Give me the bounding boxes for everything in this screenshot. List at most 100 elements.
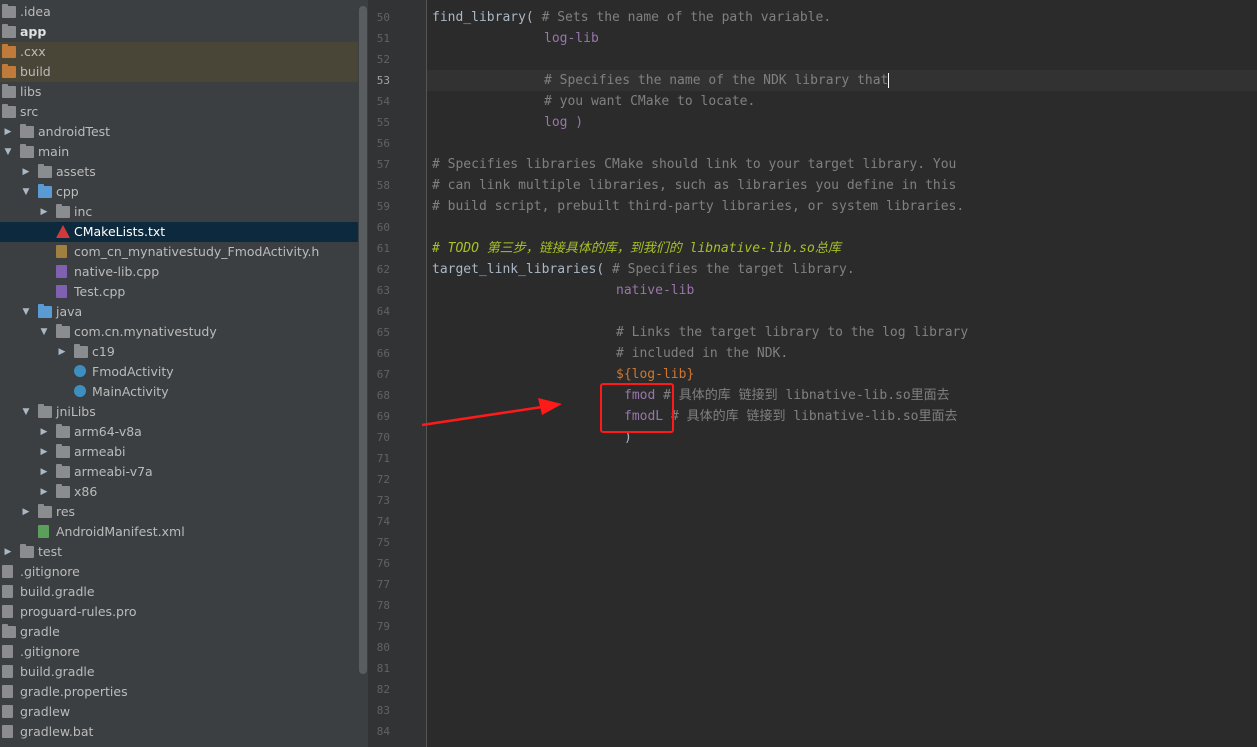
chevron-right-icon[interactable]: ▶ <box>20 502 32 522</box>
tree-item[interactable]: gradlew <box>0 702 358 722</box>
tree-item[interactable]: proguard-rules.pro <box>0 602 358 622</box>
tree-item[interactable]: ▶ inc <box>0 202 358 222</box>
tree-item[interactable]: ▶ c19 <box>0 342 358 362</box>
find-library-call: find_library( <box>432 10 534 25</box>
chevron-down-icon[interactable]: ▼ <box>20 402 32 422</box>
project-tree-panel[interactable]: .idea app .cxx build libs src ▶ androidTest ▼ mai… <box>0 0 368 747</box>
tree-item[interactable]: ▼ main <box>0 142 358 162</box>
source-folder-icon <box>38 184 52 198</box>
chevron-right-icon[interactable]: ▶ <box>38 202 50 222</box>
code-comment: # Specifies the name of the NDK library … <box>544 73 889 88</box>
chevron-right-icon[interactable]: ▶ <box>38 482 50 502</box>
tree-item[interactable]: Test.cpp <box>0 282 358 302</box>
tree-item[interactable]: build.gradle <box>0 582 358 602</box>
chevron-down-icon[interactable]: ▼ <box>38 322 50 342</box>
code-line-57[interactable]: # Specifies libraries CMake should link … <box>432 154 956 175</box>
code-line-62[interactable]: target_link_libraries( # Specifies the t… <box>432 259 855 280</box>
tree-item[interactable]: ▶ res <box>0 502 358 522</box>
code-line-54[interactable]: # you want CMake to locate. <box>432 91 755 112</box>
tree-item[interactable]: ▶ armeabi-v7a <box>0 462 358 482</box>
folder-icon <box>38 404 52 418</box>
cpp-file-icon <box>56 265 67 278</box>
tree-item[interactable]: libs <box>0 82 358 102</box>
text-file-icon <box>2 725 13 738</box>
chevron-right-icon[interactable]: ▶ <box>38 462 50 482</box>
project-tree-scrollbar[interactable] <box>359 6 367 674</box>
chevron-down-icon[interactable]: ▼ <box>20 302 32 322</box>
tree-item-label: com.cn.mynativestudy <box>74 324 217 339</box>
tree-item-label: native-lib.cpp <box>74 264 160 279</box>
chevron-down-icon[interactable]: ▼ <box>20 182 32 202</box>
tree-item-label: java <box>56 304 83 319</box>
tree-item[interactable]: gradle.properties <box>0 682 358 702</box>
tree-item-label: androidTest <box>38 124 111 139</box>
tree-item[interactable]: com_cn_mynativestudy_FmodActivity.h <box>0 242 358 262</box>
chevron-right-icon[interactable]: ▶ <box>56 342 68 362</box>
tree-item[interactable]: ▶ arm64-v8a <box>0 422 358 442</box>
annotation-highlight-box <box>600 383 674 433</box>
code-line-59[interactable]: # build script, prebuilt third-party lib… <box>432 196 964 217</box>
line-number: 80 <box>376 641 390 654</box>
tree-item[interactable]: ▼ com.cn.mynativestudy <box>0 322 358 342</box>
tree-item[interactable]: ▶ androidTest <box>0 122 358 142</box>
line-number: 63 <box>376 284 390 297</box>
tree-item[interactable]: CMakeLists.txt <box>0 222 358 242</box>
chevron-right-icon[interactable]: ▶ <box>20 162 32 182</box>
chevron-right-icon[interactable]: ▶ <box>2 122 14 142</box>
source-folder-icon <box>38 304 52 318</box>
tree-item[interactable]: .gitignore <box>0 562 358 582</box>
line-number: 60 <box>376 221 390 234</box>
tree-item[interactable]: .gitignore <box>0 642 358 662</box>
tree-item-label: .gitignore <box>20 644 80 659</box>
code-line-51[interactable]: log-lib <box>432 28 599 49</box>
tree-item[interactable]: src <box>0 102 358 122</box>
text-file-icon <box>2 705 13 718</box>
line-number: 67 <box>376 368 390 381</box>
code-line-66[interactable]: # included in the NDK. <box>432 343 788 364</box>
tree-item[interactable]: ▼ java <box>0 302 358 322</box>
code-line-65[interactable]: # Links the target library to the log li… <box>432 322 968 343</box>
code-line-50[interactable]: find_library( # Sets the name of the pat… <box>432 7 831 28</box>
tree-item[interactable]: gradlew.bat <box>0 722 358 742</box>
tree-item[interactable]: .cxx <box>0 42 358 62</box>
tree-item-label: test <box>38 544 63 559</box>
tree-item[interactable]: native-lib.cpp <box>0 262 358 282</box>
tree-item[interactable]: ▶ armeabi <box>0 442 358 462</box>
line-number: 68 <box>376 389 390 402</box>
chevron-down-icon[interactable]: ▼ <box>2 142 14 162</box>
code-line-67[interactable]: ${log-lib} <box>432 364 694 385</box>
tree-item[interactable]: build <box>0 62 358 82</box>
tree-item-label: build <box>20 64 51 79</box>
code-line-58[interactable]: # can link multiple libraries, such as l… <box>432 175 956 196</box>
line-number: 58 <box>376 179 390 192</box>
code-line-63[interactable]: native-lib <box>432 280 694 301</box>
code-line-55[interactable]: log ) <box>432 112 583 133</box>
tree-item[interactable]: .idea <box>0 2 358 22</box>
tree-item[interactable]: FmodActivity <box>0 362 358 382</box>
line-number: 59 <box>376 200 390 213</box>
code-line-53[interactable]: # Specifies the name of the NDK library … <box>432 70 890 91</box>
line-number: 53 <box>376 74 390 87</box>
tree-item[interactable]: ▶ assets <box>0 162 358 182</box>
tree-item[interactable]: ▶ x86 <box>0 482 358 502</box>
tree-item[interactable]: gradle <box>0 622 358 642</box>
code-comment: # build script, prebuilt third-party lib… <box>432 199 965 214</box>
tree-item[interactable]: build.gradle <box>0 662 358 682</box>
excluded-folder-icon <box>2 64 16 78</box>
chevron-right-icon[interactable]: ▶ <box>38 442 50 462</box>
tree-item[interactable]: app <box>0 22 358 42</box>
gradle-icon <box>2 585 13 598</box>
tree-item[interactable]: AndroidManifest.xml <box>0 522 358 542</box>
tree-item[interactable]: MainActivity <box>0 382 358 402</box>
tree-item[interactable]: ▼ jniLibs <box>0 402 358 422</box>
tree-item-label: libs <box>20 84 42 99</box>
tree-item[interactable]: ▶ test <box>0 542 358 562</box>
tree-item[interactable]: ▼ cpp <box>0 182 358 202</box>
chevron-right-icon[interactable]: ▶ <box>2 542 14 562</box>
folder-icon <box>2 4 16 18</box>
gutter-divider <box>426 0 427 747</box>
chevron-right-icon[interactable]: ▶ <box>38 422 50 442</box>
line-number: 78 <box>376 599 390 612</box>
folder-icon <box>2 84 16 98</box>
code-line-61[interactable]: # TODO 第三步，链接具体的库，到我们的 libnative-lib.so总… <box>432 238 841 259</box>
